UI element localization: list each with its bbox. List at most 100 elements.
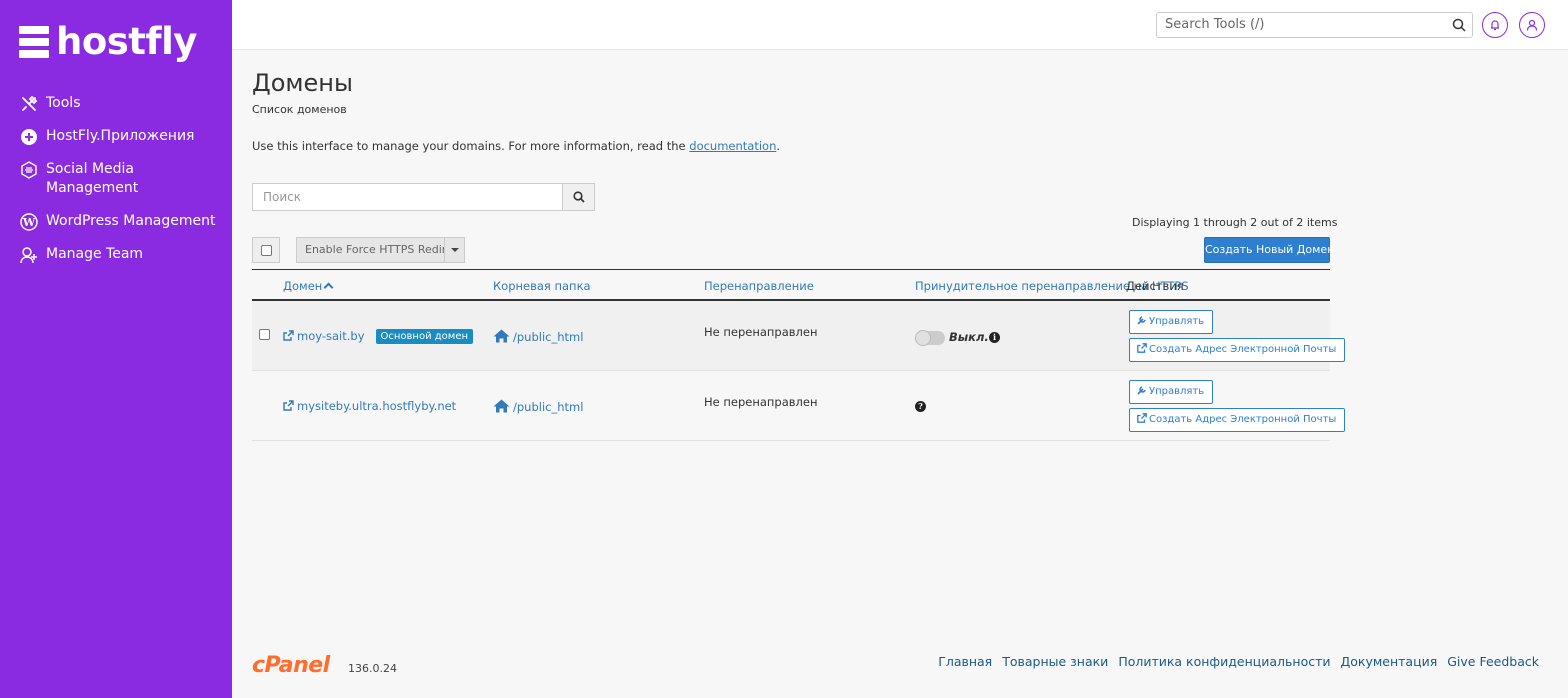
tools-icon [19,94,39,113]
table-header: Домен Корневая папка Перенаправление При… [252,269,1330,301]
table-toolbar: Enable Force HTTPS Redirect Создать Новы… [252,237,1334,263]
sidebar-item-tools[interactable]: Tools [19,94,224,113]
sidebar: hostfly Tools HostFly.Приложения Social … [0,0,232,698]
sidebar-item-label: Tools [46,95,81,111]
wordpress-icon: W [19,212,39,231]
footer-link-privacy[interactable]: Политика конфиденциальности [1118,654,1330,669]
svg-text:W: W [22,216,36,229]
external-link-icon [283,400,294,411]
domain-link[interactable]: moy-sait.by [283,329,365,343]
page-title: Домены [252,69,353,97]
create-email-label: Создать Адрес Электронной Почты [1149,414,1337,425]
user-menu-button[interactable] [1519,12,1545,38]
user-icon [1526,19,1538,31]
external-link-icon [1137,413,1147,423]
domains-table: Домен Корневая папка Перенаправление При… [252,269,1346,441]
home-icon [493,329,510,343]
manage-button[interactable]: Управлять [1129,380,1214,404]
intro-text: Use this interface to manage your domain… [252,139,780,153]
sidebar-item-apps[interactable]: HostFly.Приложения [19,127,224,146]
sidebar-nav: Tools HostFly.Приложения Social Media Ma… [19,94,224,278]
row-checkbox[interactable] [259,329,270,340]
select-all-checkbox[interactable] [260,244,272,256]
sidebar-item-label: Social Media Management [46,161,139,196]
manage-label: Управлять [1149,316,1205,327]
search-icon [572,191,585,203]
search-tools-input[interactable]: Search Tools (/) [1156,12,1473,38]
social-media-icon [19,160,39,179]
pagination-summary: Displaying 1 through 2 out of 2 items [1132,216,1338,229]
caret-down-icon [450,248,459,252]
create-email-label: Создать Адрес Электронной Почты [1149,344,1337,355]
bell-icon [1491,20,1499,31]
root-folder-path: /public_html [513,400,584,414]
table-row: moy-sait.by Основной домен /public_html Н… [252,301,1346,371]
header-domain-label: Домен [283,279,323,293]
sidebar-item-label: WordPress Management [46,213,216,229]
cpanel-version: 136.0.24 [348,662,397,675]
sidebar-item-social-media[interactable]: Social Media Management [19,160,224,198]
apps-icon [19,127,39,146]
domain-name: moy-sait.by [297,329,365,343]
home-icon [493,399,510,413]
create-domain-button[interactable]: Создать Новый Домен [1204,237,1334,263]
force-https-dropdown[interactable] [444,238,464,262]
root-folder-path: /public_html [513,330,584,344]
main-domain-badge: Основной домен [375,329,474,344]
create-email-button[interactable]: Создать Адрес Электронной Почты [1129,408,1346,432]
manage-button[interactable]: Управлять [1129,310,1214,334]
wrench-icon [1137,386,1146,395]
search-icon[interactable] [1452,18,1466,32]
brand-logo[interactable]: hostfly [19,22,197,62]
info-icon[interactable]: i [989,332,1000,343]
footer-link-docs[interactable]: Документация [1341,654,1438,669]
header-redirect[interactable]: Перенаправление [704,279,814,293]
force-https-label: Enable Force HTTPS Redirect [305,243,444,256]
domain-search-button[interactable] [563,183,595,211]
redirect-status: Не перенаправлен [704,395,818,409]
domain-cell: mysiteby.ultra.hostflyby.net [283,399,456,413]
header-domain[interactable]: Домен [283,279,334,293]
logo-mark-icon [19,26,49,58]
sidebar-item-label: HostFly.Приложения [46,128,195,144]
footer-link-home[interactable]: Главная [938,654,992,669]
footer-link-trademarks[interactable]: Товарные знаки [1002,654,1108,669]
sort-up-icon [323,282,334,293]
force-https-button[interactable]: Enable Force HTTPS Redirect [296,237,465,263]
brand-name: hostfly [56,20,197,63]
external-link-icon [283,330,294,341]
table-row: mysiteby.ultra.hostflyby.net /public_htm… [252,371,1346,441]
external-link-icon [1137,343,1147,353]
root-folder-link[interactable]: /public_html [493,399,583,414]
sidebar-item-wordpress[interactable]: W WordPress Management [19,212,224,231]
root-folder-link[interactable]: /public_html [493,329,583,344]
intro-text-end: . [776,139,781,153]
top-bar: Search Tools (/) [232,0,1568,50]
search-tools-placeholder: Search Tools (/) [1165,17,1265,32]
intro-text-body: Use this interface to manage your domain… [252,139,690,153]
header-root[interactable]: Корневая папка [493,279,591,293]
manage-label: Управлять [1149,386,1205,397]
force-https-toggle[interactable] [915,330,945,346]
footer-link-feedback[interactable]: Give Feedback [1447,654,1539,669]
help-icon[interactable]: ? [915,401,926,412]
wrench-icon [1137,316,1146,325]
domain-search: Поиск [252,183,595,211]
footer-links: Главная Товарные знаки Политика конфиден… [928,654,1539,669]
force-https-state: Выкл. [949,330,989,344]
domain-link[interactable]: mysiteby.ultra.hostflyby.net [283,399,456,413]
page-subtitle: Список доменов [252,103,347,116]
sidebar-item-label: Manage Team [46,246,144,262]
notifications-button[interactable] [1482,12,1508,38]
header-actions: Действия [1126,279,1184,293]
domain-search-input[interactable]: Поиск [252,183,563,211]
cpanel-logo: cPanel [252,653,330,678]
sidebar-item-team[interactable]: Manage Team [19,245,224,264]
create-email-button[interactable]: Создать Адрес Электронной Почты [1129,338,1346,362]
redirect-status: Не перенаправлен [704,325,818,339]
domain-name: mysiteby.ultra.hostflyby.net [297,399,457,413]
select-all-wrapper [252,237,280,263]
documentation-link[interactable]: documentation [689,139,776,153]
team-icon [19,245,39,264]
domain-cell: moy-sait.by Основной домен [283,329,474,344]
